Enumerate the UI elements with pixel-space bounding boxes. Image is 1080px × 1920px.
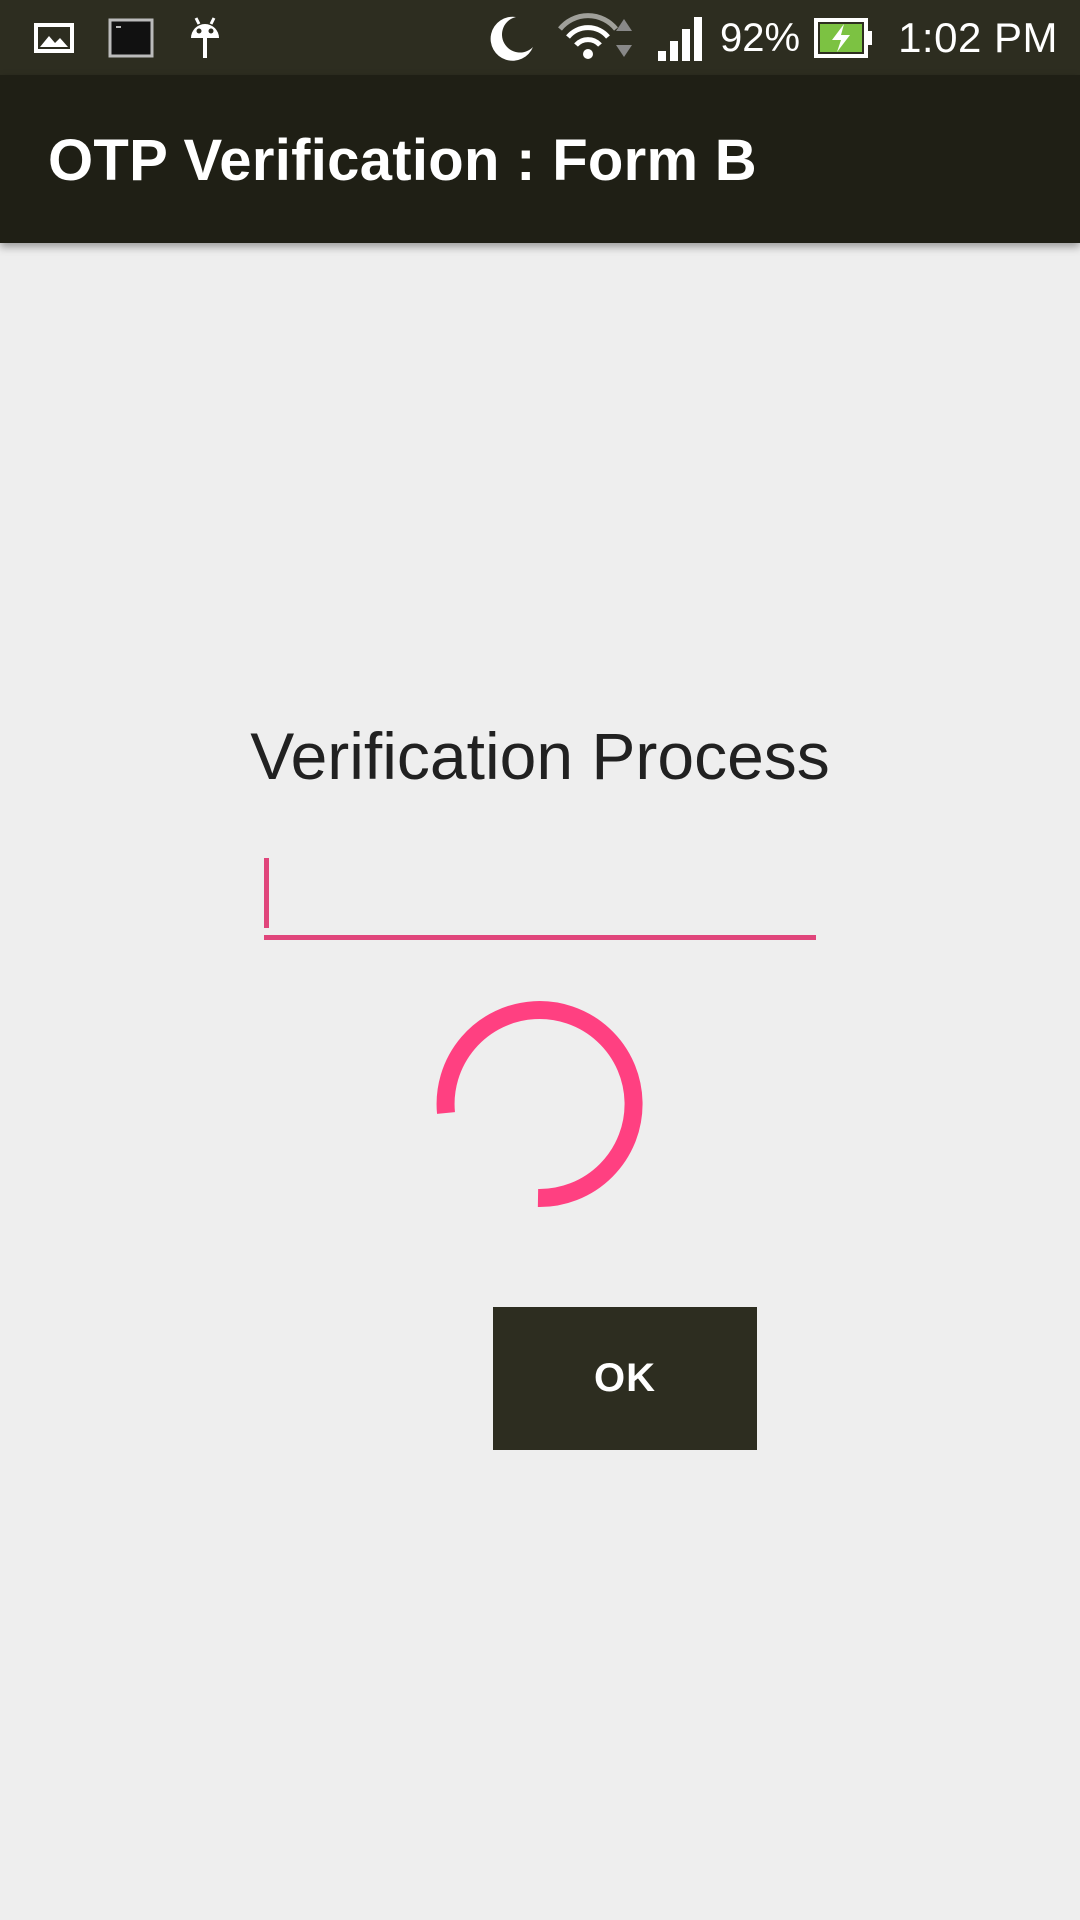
status-bar: 92% 1:02 PM (0, 0, 1080, 75)
terminal-icon (108, 18, 154, 58)
loading-spinner (436, 1001, 643, 1208)
page-title: OTP Verification : Form B (48, 128, 757, 193)
app-bar: OTP Verification : Form B (0, 75, 1080, 243)
text-cursor (264, 858, 269, 928)
verification-heading: Verification Process (250, 719, 830, 793)
image-icon (34, 22, 74, 54)
android-icon (188, 16, 222, 60)
battery-charging-icon (814, 18, 874, 58)
status-left-icons (34, 14, 222, 62)
moon-icon (486, 13, 536, 63)
clock: 1:02 PM (898, 14, 1058, 61)
otp-input[interactable] (264, 850, 816, 940)
ok-button[interactable]: OK (493, 1307, 757, 1450)
status-right-icons: 92% 1:02 PM (486, 8, 1058, 68)
signal-icon (656, 15, 708, 61)
wifi-icon (558, 13, 636, 63)
battery-percent: 92% (720, 15, 801, 60)
